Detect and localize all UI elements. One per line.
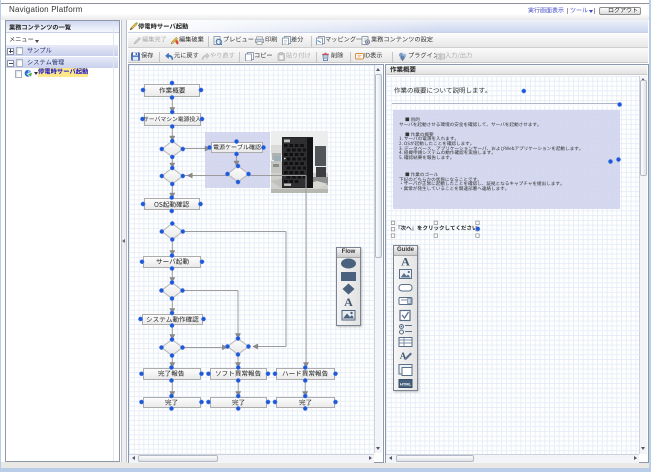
svg-text:HTML: HTML — [400, 382, 412, 387]
svg-text:A: A — [401, 255, 410, 269]
